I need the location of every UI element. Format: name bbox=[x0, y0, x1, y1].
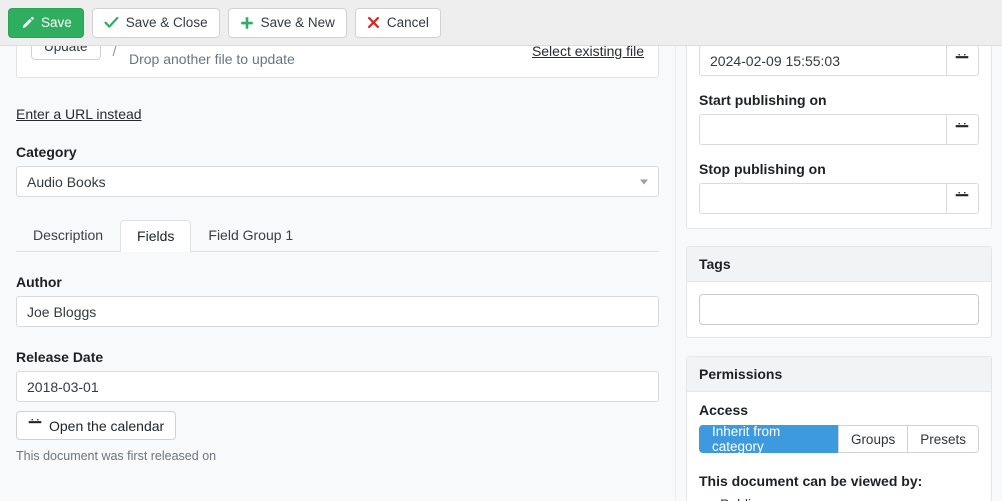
access-button-group: Inherit from category Groups Presets bbox=[699, 424, 979, 454]
permissions-panel-title: Permissions bbox=[687, 357, 991, 392]
release-date-help: This document was first released on bbox=[16, 449, 217, 463]
access-option-groups[interactable]: Groups bbox=[837, 425, 909, 453]
list-item: Public bbox=[720, 496, 979, 501]
save-button-label: Save bbox=[41, 14, 72, 30]
save-button[interactable]: Save bbox=[8, 7, 84, 38]
plus-icon bbox=[240, 16, 254, 30]
calendar-icon bbox=[956, 191, 969, 206]
author-label: Author bbox=[16, 274, 62, 290]
tab-field-group-1-label: Field Group 1 bbox=[208, 226, 294, 243]
calendar-icon bbox=[956, 122, 969, 137]
viewed-by-list: Public bbox=[699, 496, 979, 501]
open-calendar-button[interactable]: Open the calendar bbox=[16, 411, 177, 440]
access-label: Access bbox=[699, 402, 749, 418]
calendar-icon bbox=[956, 53, 969, 68]
tab-field-group-1[interactable]: Field Group 1 bbox=[191, 219, 310, 251]
dropzone-hint: Drop another file to update bbox=[129, 51, 295, 67]
access-option-groups-label: Groups bbox=[850, 431, 896, 447]
tab-description[interactable]: Description bbox=[16, 219, 120, 251]
tab-fields[interactable]: Fields bbox=[120, 219, 192, 252]
tab-description-label: Description bbox=[33, 226, 104, 243]
page-root: Save Save & Close Save & New Cancel Upda… bbox=[0, 0, 1002, 501]
created-date-group bbox=[699, 45, 979, 76]
permissions-panel-body: Access Inherit from category Groups Pres… bbox=[687, 392, 991, 501]
close-icon bbox=[367, 16, 380, 29]
cancel-button[interactable]: Cancel bbox=[354, 7, 441, 38]
stop-publishing-input[interactable] bbox=[699, 183, 946, 214]
field-tabs: Description Fields Field Group 1 bbox=[16, 219, 659, 252]
tags-panel: Tags bbox=[686, 246, 992, 338]
enter-url-link[interactable]: Enter a URL instead bbox=[16, 106, 142, 122]
permissions-panel: Permissions Access Inherit from category… bbox=[686, 356, 992, 501]
viewed-by-title: This document can be viewed by: bbox=[699, 473, 923, 489]
save-and-new-label: Save & New bbox=[260, 14, 335, 30]
save-and-close-label: Save & Close bbox=[125, 14, 208, 30]
access-option-presets-label: Presets bbox=[920, 431, 966, 447]
start-publishing-group bbox=[699, 114, 979, 145]
save-and-new-button[interactable]: Save & New bbox=[227, 7, 347, 38]
tags-input[interactable] bbox=[699, 294, 979, 325]
publishing-panel: Start publishing on Stop publishing on bbox=[686, 32, 992, 229]
stop-publishing-group bbox=[699, 183, 979, 214]
category-select-value: Audio Books bbox=[27, 173, 106, 190]
stop-publishing-label: Stop publishing on bbox=[699, 161, 826, 177]
start-publishing-input[interactable] bbox=[699, 114, 946, 145]
calendar-icon bbox=[28, 418, 42, 433]
pencil-icon bbox=[20, 16, 34, 30]
author-input[interactable] bbox=[16, 296, 659, 327]
access-option-inherit-label: Inherit from category bbox=[712, 424, 781, 454]
access-option-inherit-from-category[interactable]: Inherit from category bbox=[699, 424, 839, 454]
tags-panel-body bbox=[687, 282, 991, 337]
start-publishing-calendar-button[interactable] bbox=[945, 114, 979, 145]
editor-toolbar: Save Save & Close Save & New Cancel bbox=[0, 0, 1002, 46]
release-date-label: Release Date bbox=[16, 349, 104, 365]
save-and-close-button[interactable]: Save & Close bbox=[91, 7, 220, 38]
created-date-input[interactable] bbox=[699, 45, 946, 76]
cancel-button-label: Cancel bbox=[386, 14, 429, 30]
category-label: Category bbox=[16, 144, 77, 160]
release-date-input[interactable] bbox=[16, 371, 659, 402]
category-select[interactable]: Audio Books bbox=[16, 166, 659, 197]
check-icon bbox=[104, 16, 119, 29]
created-date-calendar-button[interactable] bbox=[945, 45, 979, 76]
start-publishing-label: Start publishing on bbox=[699, 92, 827, 108]
main-form-column: Update / Drop another file to update Sel… bbox=[0, 32, 675, 501]
tab-fields-label: Fields bbox=[137, 227, 175, 244]
sidebar-column: Start publishing on Stop publishing on bbox=[675, 32, 1002, 501]
tags-panel-title: Tags bbox=[687, 247, 991, 282]
chevron-down-icon bbox=[640, 179, 648, 184]
access-option-presets[interactable]: Presets bbox=[907, 425, 979, 453]
stop-publishing-calendar-button[interactable] bbox=[945, 183, 979, 214]
open-calendar-label: Open the calendar bbox=[49, 417, 165, 434]
